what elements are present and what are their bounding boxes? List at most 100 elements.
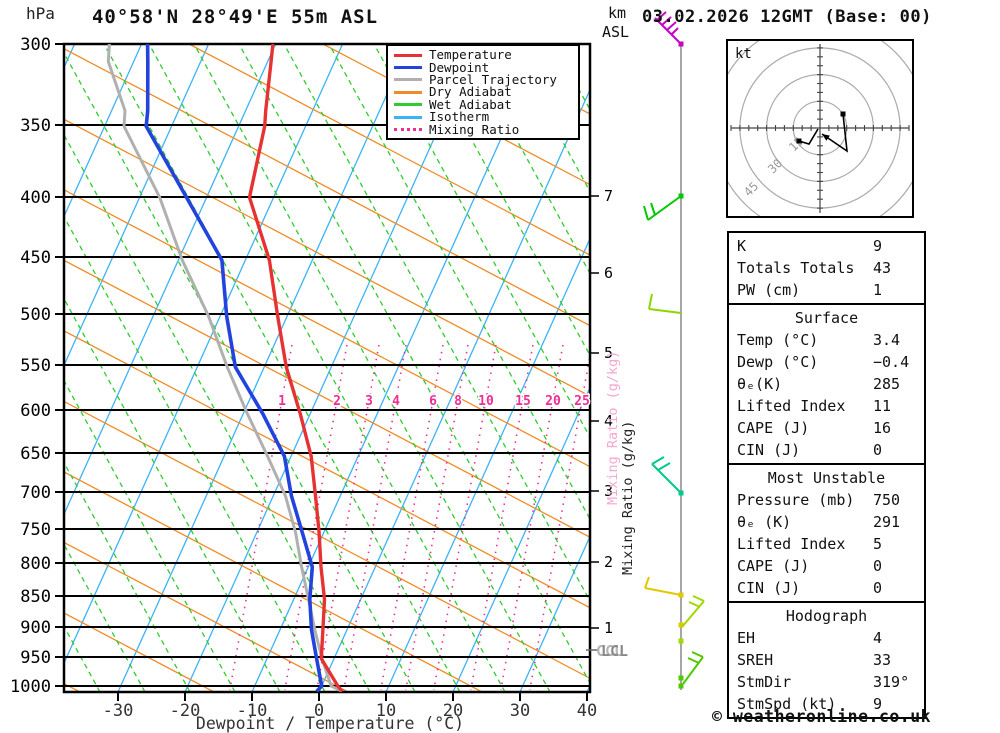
mixing-ratio-value: 2	[333, 394, 341, 409]
km-tick-label: 2	[604, 553, 613, 571]
table-row: CIN (J) 0	[729, 439, 924, 461]
wet-adiabat-line	[283, 44, 590, 603]
valid-datetime: 03.02.2026 12GMT (Base: 00)	[642, 7, 932, 27]
wind-barb	[648, 293, 653, 310]
table-row-value: 291	[873, 513, 901, 531]
isotherm-line	[251, 44, 545, 692]
mixing-ratio-value: 15	[515, 394, 531, 409]
km-tick-label: 1	[604, 619, 613, 637]
hodograph: 153045kt	[726, 39, 914, 218]
wind-barb	[644, 587, 682, 596]
legend-swatch-isotherm	[394, 115, 422, 119]
table-row-label: CIN (J)	[737, 579, 801, 597]
table-row-label: SREH	[737, 651, 774, 669]
x-tick-label: -30	[103, 701, 134, 721]
table-row-label: StmDir	[737, 673, 792, 691]
table-row-label: Pressure (mb)	[737, 491, 855, 509]
copyright: © weatheronline.co.uk	[712, 707, 932, 726]
pressure-tick-label: 750	[20, 520, 51, 540]
pressure-tick-label: 400	[20, 188, 51, 208]
isotherm-line	[117, 44, 411, 692]
wet-adiabat-line	[238, 44, 590, 685]
pressure-tick-label: 700	[20, 483, 51, 503]
table-row-value: 750	[873, 491, 901, 509]
mixing-ratio-axis-label: Mixing Ratio (g/kg)	[620, 420, 636, 575]
table-section-header: Most Unstable	[767, 469, 886, 487]
table-row: θₑ (K) 291	[729, 511, 924, 533]
legend-label: Mixing Ratio	[429, 121, 520, 137]
hodograph-unit: kt	[735, 46, 752, 62]
table-section: Most Unstable Pressure (mb) 750 θₑ (K) 291 Li…	[729, 463, 924, 601]
pressure-tick-label: 450	[20, 248, 51, 268]
wet-adiabat-line	[103, 44, 461, 692]
wind-barb	[651, 463, 682, 494]
table-row-value: 0	[873, 441, 883, 459]
legend-swatch-mixing-ratio	[394, 128, 422, 132]
wet-adiabat-line	[64, 133, 371, 692]
lcl-label: LCL	[601, 642, 629, 660]
wind-barb	[687, 657, 700, 664]
pressure-tick-label: 850	[20, 587, 51, 607]
table-row: K9	[729, 235, 924, 257]
table-row: Totals Totals 43	[729, 257, 924, 279]
wind-barb	[644, 576, 650, 589]
table-row-label: Temp (°C)	[737, 331, 819, 349]
table-row: Lifted Index 5	[729, 533, 924, 555]
table-row: Lifted Index 11	[729, 395, 924, 417]
table-row-label: CIN (J)	[737, 441, 801, 459]
lcl-marker: CCL LCL	[596, 642, 656, 660]
table-row-value: 3.4	[873, 331, 901, 349]
pressure-tick-label: 1000	[10, 677, 51, 697]
table-row-value: 4	[873, 629, 883, 647]
table-row: CIN (J) 0	[729, 577, 924, 599]
table-row-label: Lifted Index	[737, 397, 846, 415]
pressure-tick-label: 900	[20, 618, 51, 638]
table-section: Hodograph EH 4 SREH 33 StmDir 319° StmSpd (kt) 9	[729, 601, 924, 717]
legend-swatch-temperature	[394, 53, 422, 57]
wind-barb	[688, 601, 701, 608]
table-row-value: 43	[873, 259, 892, 277]
table-row-label: PW (cm)	[737, 281, 801, 299]
pressure-tick-label: 300	[20, 35, 51, 55]
table-section-header: Surface	[794, 309, 859, 327]
legend-swatch-dewpoint	[394, 66, 422, 70]
mixing-ratio-value: 25	[574, 394, 590, 409]
table-row-label: θₑ(K)	[737, 375, 783, 393]
table-row-label: K	[737, 237, 747, 255]
parcel-trajectory-curve	[106, 44, 343, 692]
altitude-axis-unit-asl: ASL	[602, 23, 630, 41]
mixing-ratio-value: 10	[478, 394, 494, 409]
legend-box: Temperature Dewpoint Parcel Trajectory Dry …	[386, 44, 580, 140]
wind-barb-dot	[678, 675, 684, 681]
table-row-value: 319°	[873, 673, 910, 691]
altitude-axis-unit-km: km	[608, 4, 627, 22]
indices-table: K 9 Totals Totals 43 PW (cm) 1 Surface Temp (°C…	[727, 231, 926, 719]
table-row: CAPE (J) 0	[729, 555, 924, 577]
x-tick-label: 40	[577, 701, 597, 721]
wind-barb-dot	[678, 592, 684, 598]
pressure-axis-unit: hPa	[26, 4, 55, 23]
wind-barb-dot	[678, 490, 684, 496]
pressure-tick-label: 600	[20, 401, 51, 421]
km-tick-label: 6	[604, 264, 613, 282]
table-row-value: 285	[873, 375, 901, 393]
wind-barb-column	[643, 11, 705, 690]
legend-swatch-wet-adiabat	[394, 103, 422, 107]
sounding-curves	[106, 44, 344, 692]
table-row: CAPE (J) 16	[729, 417, 924, 439]
table-row: Temp (°C) 3.4	[729, 329, 924, 351]
pressure-tick-label: 650	[20, 444, 51, 464]
mixing-ratio-value: 1	[278, 394, 286, 409]
table-row-value: 33	[873, 651, 892, 669]
wind-barb	[657, 462, 671, 471]
mixing-ratio-axis-label-pink: Mixing Ratio (g/kg)	[605, 350, 621, 505]
table-row-label: θₑ (K)	[737, 513, 792, 531]
hodograph-dot	[796, 138, 802, 144]
mixing-ratio-value: 8	[454, 394, 462, 409]
pressure-tick-label: 800	[20, 554, 51, 574]
wet-adiabat-line	[418, 44, 590, 357]
wet-adiabat-line	[193, 44, 551, 692]
table-row-value: 16	[873, 419, 892, 437]
km-tick-label: 7	[604, 187, 613, 205]
table-row-label: CAPE (J)	[737, 419, 810, 437]
